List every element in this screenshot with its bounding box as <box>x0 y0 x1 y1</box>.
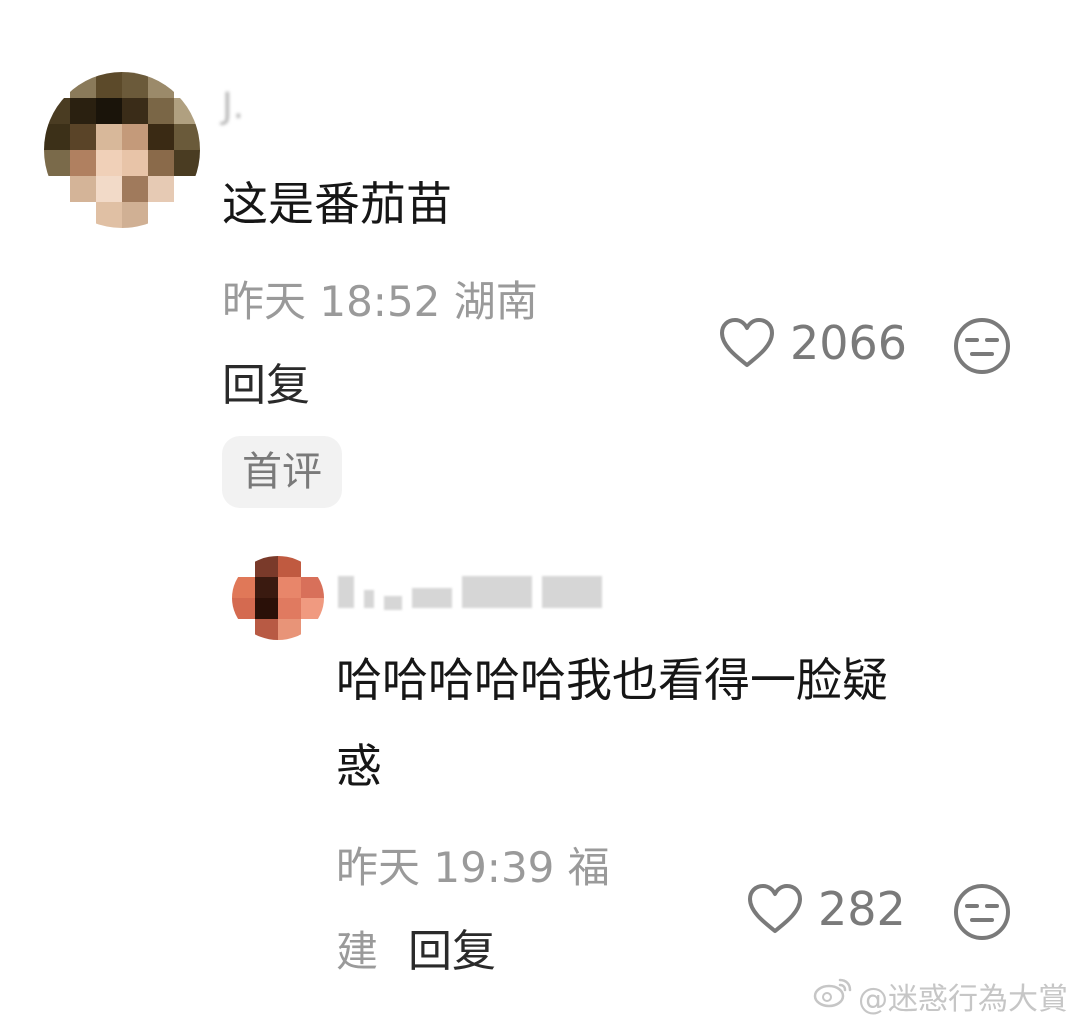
avatar-pixel <box>122 176 148 202</box>
avatar-pixel <box>301 556 324 577</box>
avatar-pixel <box>148 98 174 124</box>
avatar-pixel <box>174 98 200 124</box>
avatar-pixel <box>70 202 96 228</box>
avatar-pixel <box>148 124 174 150</box>
avatar-pixel <box>44 176 70 202</box>
dislike-button[interactable] <box>952 316 1012 380</box>
like-count: 282 <box>818 882 906 936</box>
reply-button[interactable]: 回复 <box>408 926 496 978</box>
avatar-pixel <box>122 98 148 124</box>
avatar-pixel <box>96 176 122 202</box>
reply-meta-continued: 建 <box>336 927 379 976</box>
like-count: 2066 <box>790 316 908 370</box>
first-comment-badge: 首评 <box>222 436 342 508</box>
avatar-pixel <box>232 598 255 619</box>
avatar-pixel <box>255 619 278 640</box>
avatar-pixel <box>255 577 278 598</box>
avatar-pixel <box>174 124 200 150</box>
reply-text-line1: 哈哈哈哈哈我也看得一脸疑 <box>336 653 888 707</box>
avatar-pixel <box>148 72 174 98</box>
avatar-pixel <box>96 72 122 98</box>
reply-meta: 昨天 19:39 福 <box>336 843 610 892</box>
avatar-pixel <box>174 202 200 228</box>
meh-face-icon <box>952 884 1012 946</box>
avatar-pixel <box>122 124 148 150</box>
avatar-pixel <box>255 598 278 619</box>
username[interactable]: J. <box>222 84 262 130</box>
avatar-pixel <box>278 556 301 577</box>
reply-button[interactable]: 回复 <box>222 360 310 412</box>
avatar-pixel <box>174 72 200 98</box>
avatar-pixel <box>44 150 70 176</box>
avatar-pixel <box>122 150 148 176</box>
reply-like-button[interactable]: 282 <box>746 882 906 936</box>
avatar-pixel <box>44 72 70 98</box>
heart-outline-icon <box>746 883 804 935</box>
avatar-pixel <box>96 98 122 124</box>
avatar-pixel <box>122 72 148 98</box>
avatar-pixel <box>96 202 122 228</box>
watermark: @迷惑行為大賞 <box>812 974 1068 1018</box>
avatar-pixel <box>301 619 324 640</box>
avatar-pixel <box>232 577 255 598</box>
meh-face-icon <box>952 318 1012 380</box>
like-button[interactable]: 2066 <box>718 316 907 370</box>
avatar-pixel <box>70 72 96 98</box>
avatar-pixel <box>70 124 96 150</box>
avatar-pixel <box>301 598 324 619</box>
reply-dislike-button[interactable] <box>952 882 1012 946</box>
reply-text-line2: 惑 <box>336 739 382 793</box>
comment-meta: 昨天 18:52 湖南 <box>222 277 538 326</box>
reply-username[interactable] <box>338 574 602 610</box>
avatar-pixel <box>148 202 174 228</box>
reply-avatar[interactable] <box>232 556 324 640</box>
avatar-pixel <box>44 124 70 150</box>
avatar-pixel <box>232 556 255 577</box>
avatar-pixel <box>174 150 200 176</box>
watermark-text: @迷惑行為大賞 <box>858 982 1068 1017</box>
avatar-pixel <box>232 619 255 640</box>
avatar-pixel <box>148 176 174 202</box>
avatar-pixel <box>301 577 324 598</box>
avatar-pixel <box>70 98 96 124</box>
comment-text: 这是番茄苗 <box>222 177 452 231</box>
avatar-pixel <box>44 202 70 228</box>
avatar-pixel <box>96 150 122 176</box>
avatar-pixel <box>278 598 301 619</box>
avatar-pixel <box>70 176 96 202</box>
avatar-pixel <box>44 98 70 124</box>
heart-outline-icon <box>718 317 776 369</box>
avatar[interactable] <box>44 72 200 228</box>
avatar-pixel <box>96 124 122 150</box>
avatar-pixel <box>174 176 200 202</box>
weibo-icon <box>812 976 852 1016</box>
avatar-pixel <box>255 556 278 577</box>
avatar-pixel <box>148 150 174 176</box>
avatar-pixel <box>122 202 148 228</box>
avatar-pixel <box>70 150 96 176</box>
avatar-pixel <box>278 619 301 640</box>
avatar-pixel <box>278 577 301 598</box>
